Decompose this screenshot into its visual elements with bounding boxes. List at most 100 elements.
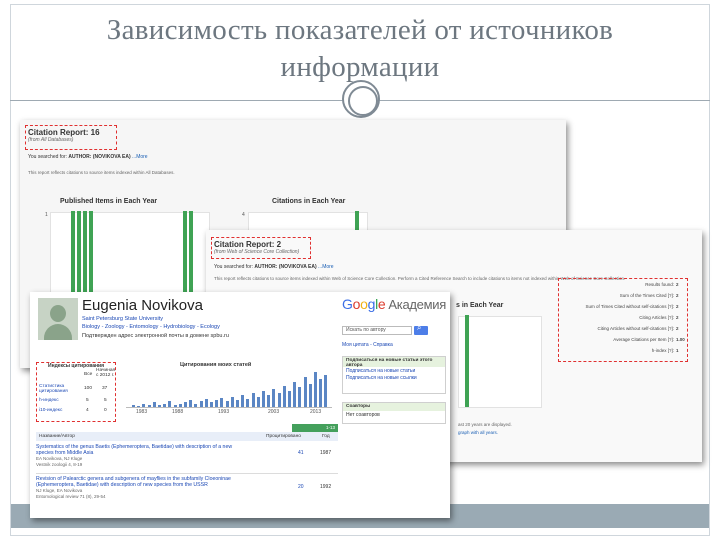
searched-query: AUTHOR: (NOVIKOVA EA): [254, 264, 317, 270]
search-button[interactable]: [414, 323, 428, 335]
x-tick: 2003: [268, 409, 280, 415]
x-tick: 2013: [310, 409, 322, 415]
x-tick: 1983: [136, 409, 148, 415]
citations-in-each-year-chart: [458, 315, 542, 408]
chart-bar: [230, 397, 234, 407]
chart-bar: [293, 382, 297, 407]
chart-bar: [267, 395, 271, 407]
chart-bar: [225, 401, 229, 407]
chart-bar: [178, 404, 182, 407]
article-title-link[interactable]: Systematics of the genus Baetis (Ephemer…: [36, 444, 246, 456]
chart-bar: [220, 398, 224, 407]
wos-front-searched-for: You searched for: AUTHOR: (NOVIKOVA EA) …: [214, 264, 334, 270]
follow-new-articles-link[interactable]: Подписаться на новые статьи: [343, 367, 445, 375]
article-row: Systematics of the genus Baetis (Ephemer…: [36, 444, 338, 467]
profile-interests[interactable]: Biology - Zoology - Entomology - Hydrobi…: [82, 324, 220, 330]
footer-note: ast 20 years are displayed.: [458, 422, 512, 427]
chart-bar: [465, 315, 469, 407]
cites-row-label[interactable]: Статистика цитирования: [39, 384, 79, 394]
i10index-row-since: 0: [104, 408, 107, 413]
chart-bar: [251, 393, 255, 407]
circle-ornament-icon: [342, 80, 380, 118]
stat-sum-times-cited: Sum of the Times Cited [?]: 2: [619, 293, 679, 298]
col-all-header: Все: [84, 372, 93, 377]
i10index-row-label[interactable]: i10-индекс: [39, 406, 62, 416]
chart-bar: [288, 391, 291, 407]
chart-bar: [241, 395, 245, 407]
chart-bar: [173, 405, 177, 407]
citation-stats-panel: Results found: 2 Sum of the Times Cited […: [558, 278, 688, 362]
follow-box-header: Подписаться на новые статьи этого автора: [343, 357, 445, 368]
searched-prefix: You searched for:: [214, 264, 254, 270]
chart-bar: [272, 389, 276, 407]
article-title-link[interactable]: Revision of Palearctic genera and subgen…: [36, 476, 246, 488]
hindex-row-all: 5: [86, 398, 89, 403]
article-venue: Vestnik zoologii 4, 8-19: [36, 461, 83, 467]
chart-bar: [324, 375, 328, 407]
google-scholar-logo: Google Академия: [342, 296, 446, 312]
google-scholar-screenshot: Eugenia Novikova Saint Petersburg State …: [30, 292, 450, 518]
my-citations-help-links[interactable]: Моя цитата - Справка: [342, 342, 393, 348]
no-coauthors-text: Нет соавторов: [346, 412, 380, 418]
col-title-author[interactable]: Название/Автор: [39, 432, 75, 441]
x-tick: 1988: [172, 409, 184, 415]
chart-bar: [163, 404, 167, 407]
col-since-header: Начиная с 2012 г.: [96, 368, 116, 378]
stat-citing-articles-no-self: Citing Articles without self-citations […: [597, 326, 679, 331]
searched-prefix: You searched for:: [28, 154, 68, 160]
profile-email-note: Подтвержден адрес электронной почты в до…: [82, 333, 229, 339]
chart-bar: [168, 401, 172, 407]
highlight-box: [25, 125, 117, 150]
profile-name: Eugenia Novikova: [82, 297, 203, 314]
chart-bar: [303, 377, 307, 407]
row-divider: [36, 473, 338, 474]
article-cited-count[interactable]: 41: [298, 450, 304, 456]
article-venue: Entomological review 71 (8), 29-54: [36, 493, 106, 499]
coauthors-box: Соавторы Нет соавторов: [342, 402, 446, 424]
chart-bar: [298, 387, 302, 407]
more-link[interactable]: ...More: [318, 264, 334, 270]
chart-bar: [147, 405, 151, 407]
all-years-graph-link[interactable]: graph with all years.: [458, 430, 498, 435]
more-link[interactable]: ...More: [132, 154, 148, 160]
chart-bar: [282, 386, 286, 407]
author-search-input[interactable]: Искать по автору: [342, 326, 412, 335]
col-cited-by[interactable]: Процитировано: [266, 432, 301, 441]
chart-bar: [142, 404, 146, 407]
chart-bar: [152, 402, 156, 407]
chart-bar: [204, 399, 208, 407]
chart-bar: [262, 391, 265, 407]
chart-bar: [215, 400, 219, 407]
citations-per-year-chart: [126, 372, 332, 408]
citations-chart-title: Цитирования моих статей: [180, 362, 252, 368]
i10index-row-all: 4: [86, 408, 89, 413]
chart-bar: [308, 384, 312, 407]
chart-bar: [189, 400, 193, 407]
follow-new-citations-link[interactable]: Подписаться на новые ссылки: [343, 375, 445, 382]
follow-author-box: Подписаться на новые статьи этого автора…: [342, 356, 446, 394]
avatar: [38, 298, 78, 340]
article-row: Revision of Palearctic genera and subgen…: [36, 476, 338, 499]
citation-indices-table: Индексы цитирования Все Начиная с 2012 г…: [36, 362, 138, 422]
col-year[interactable]: Год: [322, 432, 330, 441]
article-year: 1992: [320, 484, 332, 490]
chart-bar: [158, 405, 161, 407]
published-items-chart-title: Published Items in Each Year: [60, 198, 158, 205]
article-cited-count[interactable]: 20: [298, 484, 304, 490]
coauthors-header: Соавторы: [343, 403, 445, 411]
hindex-row-label[interactable]: h-индекс: [39, 396, 59, 406]
profile-affiliation[interactable]: Saint Petersburg State University: [82, 316, 163, 322]
stat-citing-articles: Citing Articles [?]: 2: [639, 315, 679, 320]
chart-bar: [246, 399, 250, 407]
chart-bar: [184, 402, 187, 407]
wos-back-note: This report reflects citations to source…: [28, 170, 175, 175]
chart-bar: [236, 400, 239, 407]
chart-bar: [319, 379, 323, 407]
searched-query: AUTHOR: (NOVIKOVA EA): [68, 154, 131, 160]
article-year: 1987: [320, 450, 332, 456]
citations-chart-title: Citations in Each Year: [272, 198, 346, 205]
highlight-box: [211, 237, 311, 259]
slide-title-line-1: Зависимость показателей от источников: [106, 14, 614, 46]
chart-bar: [314, 372, 317, 407]
y-tick: 4: [242, 212, 245, 218]
